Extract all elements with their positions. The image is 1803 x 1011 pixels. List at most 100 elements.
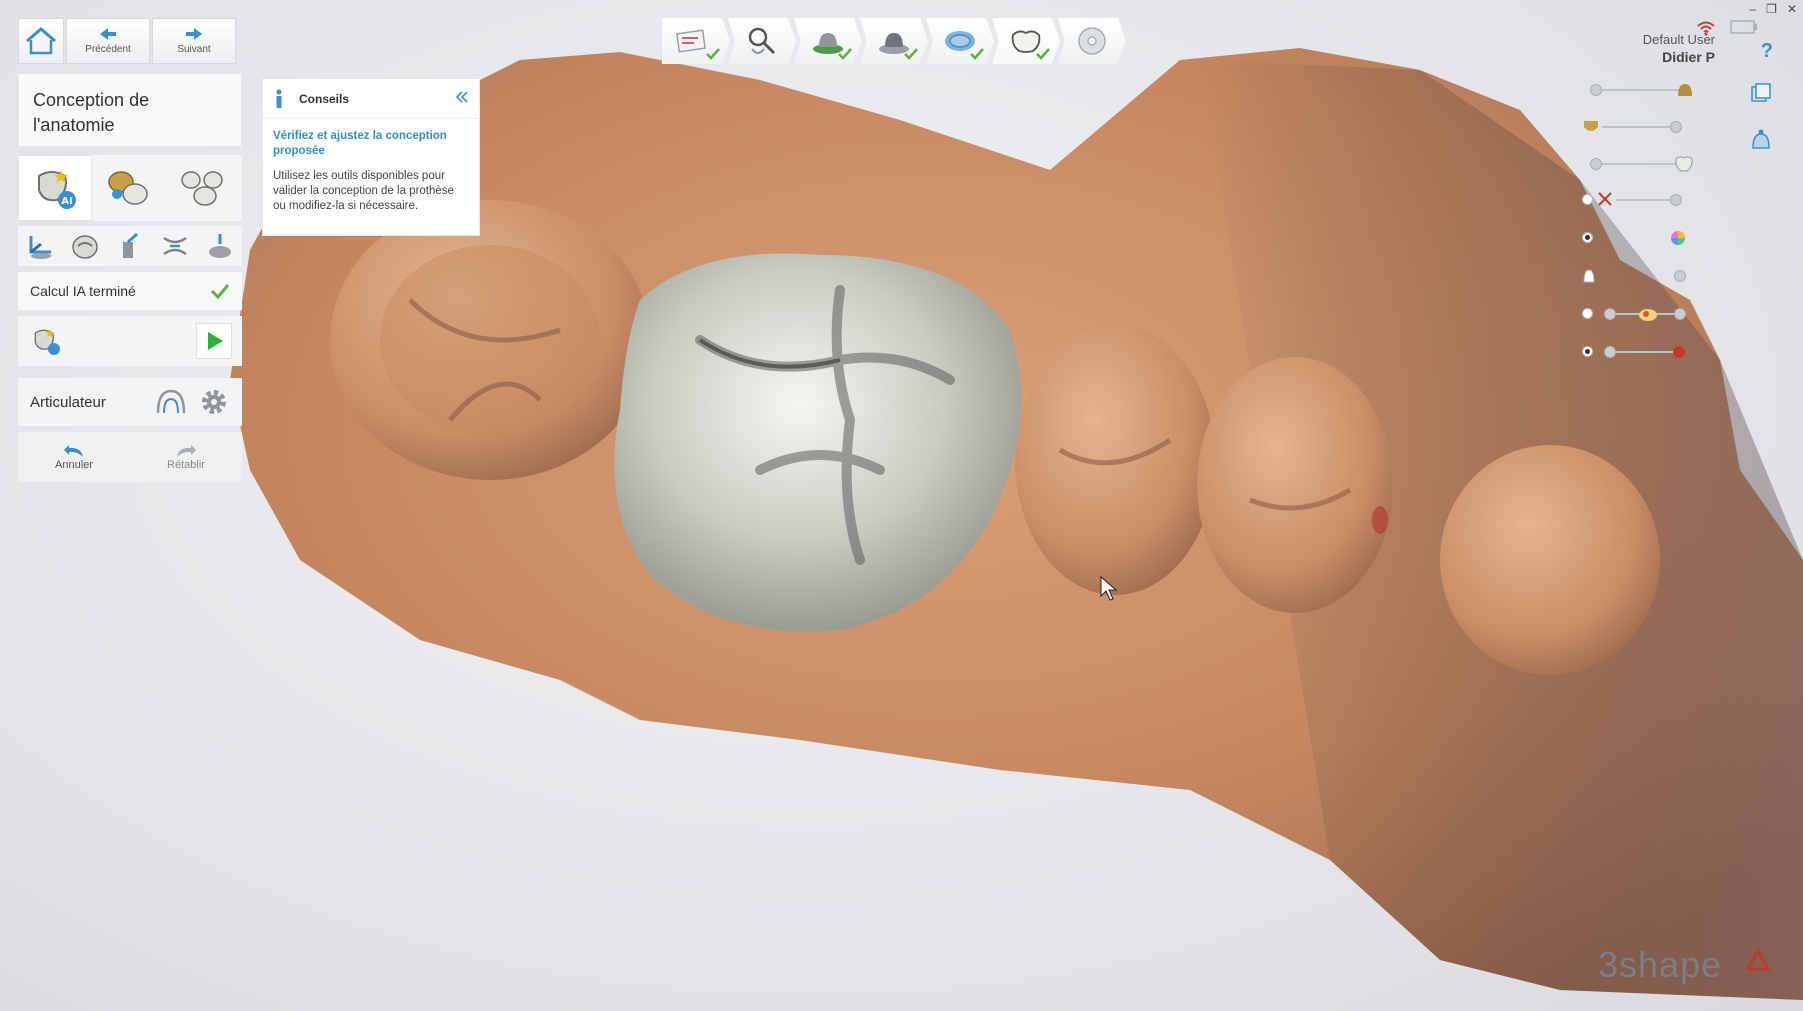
workflow-step-prep-bottom[interactable] (794, 18, 862, 64)
maximize-button[interactable]: ❐ (1766, 2, 1777, 16)
slider-minimal-thickness[interactable] (1582, 266, 1694, 286)
play-icon (208, 332, 223, 350)
brand-triangle-icon (1745, 948, 1771, 971)
slider-preparation[interactable] (1582, 117, 1694, 137)
contact-tool[interactable] (200, 228, 240, 264)
sculpt-icon (72, 235, 98, 259)
workflow-bar (662, 18, 1126, 64)
info-icon (276, 89, 282, 108)
workflow-step-anatomy-design[interactable] (992, 18, 1060, 64)
ai-run-row (18, 316, 242, 366)
slider-antagonist[interactable] (1582, 80, 1694, 100)
multi-tooth-icon (181, 171, 223, 206)
step-check-icon (706, 48, 720, 60)
home-button[interactable] (18, 18, 64, 64)
ai-status-text: Calcul IA terminé (30, 283, 136, 299)
design-mode-toolbar: AI (18, 155, 242, 221)
ai-status-row: Calcul IA terminé (18, 272, 242, 310)
transform-tool[interactable] (20, 228, 60, 264)
workflow-step-margin-line[interactable] (926, 18, 994, 64)
scissors-icon (1598, 192, 1612, 206)
battery-icon (1730, 20, 1757, 34)
home-icon (26, 27, 56, 55)
premolar-2 (1197, 357, 1393, 613)
step-check-icon (904, 48, 918, 60)
wax-knife-icon (122, 232, 138, 258)
canine (1440, 445, 1660, 675)
hints-header: Conseils (263, 79, 479, 119)
view-preset-icon[interactable] (1749, 128, 1773, 152)
slider-contacts[interactable] (1582, 304, 1694, 324)
double-chevron-left-icon (455, 91, 468, 103)
articulator-row: Articulateur (18, 378, 242, 426)
slider-color-map[interactable] (1582, 228, 1694, 248)
redo-label: Rétablir (167, 459, 205, 471)
workflow-step-order-form[interactable] (662, 18, 730, 64)
undo-icon (64, 445, 83, 457)
contacts-icon (1639, 309, 1657, 321)
user-role: Default User (1642, 32, 1715, 47)
close-button[interactable]: ✕ (1787, 2, 1797, 16)
gear-icon[interactable] (198, 386, 230, 418)
undo-button[interactable]: Annuler (18, 432, 130, 482)
slider-occlusion[interactable] (1582, 342, 1694, 362)
scan-icon (748, 27, 776, 55)
connector-icon (163, 236, 187, 256)
contact-icon (208, 234, 231, 258)
ai-design-tool[interactable]: AI (18, 155, 92, 221)
run-ai-button[interactable] (196, 323, 232, 359)
sculpt-toolbar (18, 226, 242, 266)
redo-icon (177, 445, 196, 457)
window-controls: – ❐ ✕ (1749, 2, 1797, 16)
disc-icon (1078, 27, 1106, 55)
redo-button[interactable]: Rétablir (130, 432, 242, 482)
transform-icon (29, 236, 52, 259)
arrow-right-icon (186, 28, 202, 40)
tooth-library-tool[interactable] (92, 155, 166, 221)
collapse-hints-button[interactable] (455, 91, 469, 106)
crown-visibility-icon (1675, 156, 1693, 172)
svg-text:AI: AI (61, 196, 72, 207)
workflow-step-prep-top[interactable] (860, 18, 928, 64)
hints-panel: Conseils Vérifiez et ajustez la concepti… (262, 78, 480, 236)
ai-crown-small-icon (34, 329, 60, 355)
layers-icon[interactable] (1749, 82, 1773, 106)
ai-crown-icon: AI (38, 170, 76, 209)
previous-button[interactable]: Précédent (66, 18, 150, 64)
occlusion-icon (1673, 346, 1685, 358)
tooth-library-icon (108, 171, 148, 205)
preparation-icon (1584, 121, 1598, 131)
color-wheel-icon (1671, 231, 1685, 245)
connector-tool[interactable] (155, 228, 195, 264)
arrow-left-icon (100, 28, 116, 40)
undo-redo-bar: Annuler Rétablir (18, 432, 242, 482)
user-info[interactable]: Default User Didier P (1643, 32, 1715, 65)
articulator-icon[interactable] (154, 387, 188, 417)
brand-logo: 3shape (1598, 944, 1723, 985)
workflow-step-export[interactable] (1058, 18, 1126, 64)
step-check-icon (970, 48, 984, 60)
user-name: Didier P (1662, 49, 1715, 65)
slider-crown[interactable] (1582, 154, 1694, 174)
hints-text: Utilisez les outils disponibles pour val… (273, 170, 454, 212)
hints-title: Conseils (299, 91, 350, 106)
antagonist-icon (1678, 84, 1692, 96)
sculpt-tool[interactable] (65, 228, 105, 264)
articulator-label: Articulateur (30, 393, 106, 411)
checkmark-icon (210, 284, 230, 299)
help-button[interactable]: ? (1761, 40, 1773, 63)
next-button[interactable]: Suivant (152, 18, 236, 64)
wax-knife-tool[interactable] (110, 228, 150, 264)
navigation-bar: Précédent Suivant (18, 18, 236, 64)
undo-label: Annuler (55, 459, 93, 471)
workflow-step-scan[interactable] (728, 18, 796, 64)
question-icon: ? (1760, 40, 1773, 62)
minimize-button[interactable]: – (1749, 2, 1756, 16)
step-check-icon (838, 48, 852, 60)
thickness-icon (1583, 269, 1595, 283)
multi-tooth-tool[interactable] (166, 155, 240, 221)
next-label: Suivant (177, 44, 211, 55)
step-check-icon (1036, 48, 1050, 60)
page-title: Conception de l'anatomie (18, 73, 242, 147)
slider-cutting-tool[interactable] (1582, 190, 1694, 210)
